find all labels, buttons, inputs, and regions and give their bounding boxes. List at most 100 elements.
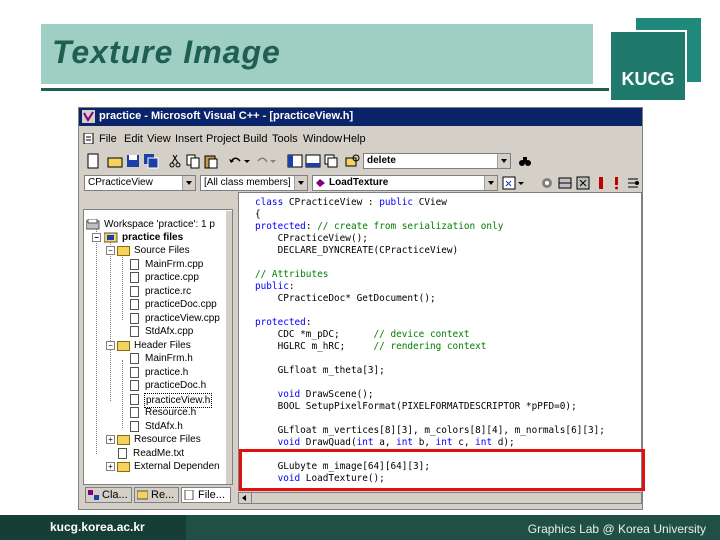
chevron-down-icon[interactable] xyxy=(182,176,195,190)
folder-icon xyxy=(117,435,130,445)
code-line: void DrawQuad(int a, int b, int c, int d… xyxy=(277,437,515,448)
menu-help[interactable]: Help xyxy=(343,133,366,145)
wizard-actions-icon[interactable] xyxy=(502,175,518,191)
cut-icon[interactable] xyxy=(167,153,183,169)
folder-open-icon xyxy=(117,246,130,256)
stop-build-icon[interactable] xyxy=(593,175,609,191)
undo-dropdown-icon[interactable] xyxy=(243,153,251,169)
compile-icon[interactable] xyxy=(539,175,555,191)
cpp-file-icon xyxy=(130,326,139,337)
cpp-file-icon xyxy=(130,299,139,310)
new-file-icon[interactable] xyxy=(85,153,101,169)
menu-file[interactable]: File xyxy=(99,133,117,145)
code-line: CDC *m_pDC; // device context xyxy=(255,329,470,340)
undo-icon[interactable] xyxy=(227,153,243,169)
cpp-file-icon xyxy=(130,259,139,270)
copy-icon[interactable] xyxy=(185,153,201,169)
tree-label: StdAfx.cpp xyxy=(145,326,194,337)
collapse-icon[interactable]: − xyxy=(106,341,115,350)
member-combo-value: LoadTexture xyxy=(329,177,389,188)
find-in-files-icon[interactable] xyxy=(345,153,361,169)
kucg-badge-text: KUCG xyxy=(621,69,675,89)
paste-icon[interactable] xyxy=(203,153,219,169)
code-line: CPracticeDoc* GetDocument(); xyxy=(255,293,436,304)
member-combo[interactable]: LoadTexture xyxy=(312,175,498,191)
doc-icon[interactable] xyxy=(83,133,94,144)
filter-combo[interactable]: [All class members] xyxy=(200,175,308,191)
code-line: // Attributes xyxy=(255,269,329,280)
save-all-icon[interactable] xyxy=(143,153,159,169)
tree-scrollbar[interactable] xyxy=(226,211,232,484)
chevron-down-icon[interactable] xyxy=(497,154,510,168)
code-line: GLfloat m_theta[3]; xyxy=(255,365,385,376)
menu-window[interactable]: Window xyxy=(303,133,342,145)
wizard-dropdown-icon[interactable] xyxy=(517,175,525,191)
menu-edit[interactable]: Edit xyxy=(124,133,143,145)
code-line: HGLRC m_hRC; // rendering context xyxy=(255,341,487,352)
window-list-icon[interactable] xyxy=(323,153,339,169)
tab-label: File... xyxy=(198,489,225,501)
code-editor[interactable]: class CPracticeView : public CView { pro… xyxy=(238,192,642,491)
footer-url: kucg.korea.ac.kr xyxy=(50,520,145,534)
tree-guide xyxy=(122,252,123,320)
tab-label: Re... xyxy=(151,489,175,501)
code-line: BOOL SetupPixelFormat(PIXELFORMATDESCRIP… xyxy=(255,401,577,412)
pane-splitter[interactable] xyxy=(234,192,237,504)
execute-icon[interactable] xyxy=(609,175,625,191)
editor-hscrollbar[interactable] xyxy=(238,492,642,504)
slide-title: Texture Image xyxy=(52,34,281,70)
tree-label: MainFrm.cpp xyxy=(145,259,204,270)
tree-label: Header Files xyxy=(134,340,191,351)
insert-breakpoint-icon[interactable] xyxy=(625,175,641,191)
window-title: practice - Microsoft Visual C++ - [pract… xyxy=(99,110,354,122)
menu-build[interactable]: Build xyxy=(243,133,267,145)
menu-tools[interactable]: Tools xyxy=(272,133,298,145)
tree-label: practice.rc xyxy=(145,286,192,297)
save-icon[interactable] xyxy=(125,153,141,169)
class-combo[interactable]: CPracticeView xyxy=(84,175,196,191)
rc-file-icon xyxy=(130,286,139,297)
code-line: void DrawScene(); xyxy=(277,389,374,400)
find-combo[interactable]: delete xyxy=(363,153,511,169)
h-file-icon xyxy=(130,367,139,378)
h-file-icon xyxy=(130,407,139,418)
build-icon[interactable] xyxy=(557,175,573,191)
workspace-tabs: Cla... Re... File... xyxy=(83,485,233,505)
expand-icon[interactable]: + xyxy=(106,435,115,444)
tree-label: StdAfx.h xyxy=(145,421,183,432)
tab-classview[interactable]: Cla... xyxy=(85,487,132,503)
h-file-icon xyxy=(130,394,139,405)
redo-dropdown-icon[interactable] xyxy=(269,153,277,169)
build-all-icon[interactable] xyxy=(575,175,591,191)
menu-project[interactable]: Project xyxy=(206,133,240,145)
chevron-down-icon[interactable] xyxy=(294,176,307,190)
tree-label: Resource.h xyxy=(145,407,197,418)
chevron-down-icon[interactable] xyxy=(484,176,497,190)
code-line: public: xyxy=(255,281,295,292)
code-line: GLfloat m_vertices[8][3], m_colors[8][4]… xyxy=(255,425,605,436)
highlight-box xyxy=(239,449,645,491)
h-file-icon xyxy=(130,380,139,391)
menu-bar: File Edit View Insert Project Build Tool… xyxy=(79,130,642,148)
scroll-left-icon[interactable] xyxy=(239,493,252,503)
tree-guide xyxy=(122,360,123,428)
title-rule xyxy=(41,88,645,91)
folder-icon xyxy=(117,462,130,472)
tab-resourceview[interactable]: Re... xyxy=(134,487,179,503)
collapse-icon[interactable]: − xyxy=(92,233,101,242)
collapse-icon[interactable]: − xyxy=(106,246,115,255)
menu-insert[interactable]: Insert xyxy=(175,133,203,145)
output-icon[interactable] xyxy=(305,153,321,169)
window-titlebar[interactable]: practice - Microsoft Visual C++ - [pract… xyxy=(79,108,642,126)
menu-view[interactable]: View xyxy=(147,133,171,145)
cpp-file-icon xyxy=(130,313,139,324)
tab-fileview[interactable]: File... xyxy=(181,487,231,503)
workspace-icon[interactable] xyxy=(287,153,303,169)
tree-label: Workspace 'practice': 1 p xyxy=(104,219,215,230)
tree-label: ReadMe.txt xyxy=(133,448,185,459)
binoculars-icon[interactable] xyxy=(517,153,533,169)
open-folder-icon[interactable] xyxy=(107,153,123,169)
expand-icon[interactable]: + xyxy=(106,462,115,471)
tree-label: practice.h xyxy=(145,367,189,378)
filter-combo-value: [All class members] xyxy=(204,177,291,188)
